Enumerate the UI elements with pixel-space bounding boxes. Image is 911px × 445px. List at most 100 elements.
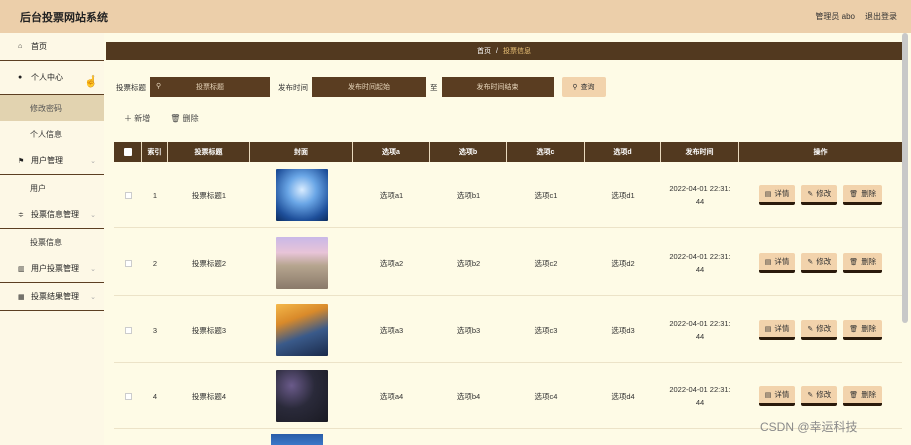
home-icon: ⌂ bbox=[18, 43, 23, 50]
chevron-down-icon: ⌄ bbox=[90, 265, 96, 273]
col-publish-time: 发布时间 bbox=[661, 142, 739, 162]
breadcrumb-home[interactable]: 首页 bbox=[477, 46, 491, 56]
delete-button[interactable]: 🗑 删除 bbox=[843, 253, 883, 273]
row-title: 投票标题1 bbox=[191, 190, 227, 200]
time-to-label: 至 bbox=[430, 82, 438, 92]
add-button-label: 新增 bbox=[134, 114, 151, 123]
sidebar-item-label: 首页 bbox=[31, 42, 47, 51]
row-option-b: 选项b3 bbox=[456, 325, 481, 335]
sidebar-item-home[interactable]: ⌂ 首页 bbox=[0, 33, 104, 61]
row-option-d: 选项d2 bbox=[611, 258, 635, 268]
logout-link[interactable]: 退出登录 bbox=[865, 11, 897, 22]
col-option-c: 选项c bbox=[507, 142, 585, 162]
sidebar-item-label: 用户 bbox=[30, 183, 46, 193]
sidebar-item-change-password[interactable]: 修改密码 bbox=[0, 95, 104, 121]
sidebar-item-user-management[interactable]: ⚑ 用户管理 ⌄ bbox=[0, 147, 104, 175]
pencil-icon: ✎ bbox=[807, 325, 814, 333]
row-option-a: 选项a3 bbox=[379, 325, 404, 335]
table-row: 2 投票标题2 选项a2 选项b2 选项c2 选项d2 2022-04-01 2… bbox=[114, 230, 902, 296]
row-index: 4 bbox=[152, 391, 158, 401]
pencil-icon: ✎ bbox=[807, 190, 814, 198]
select-all-checkbox[interactable] bbox=[123, 148, 132, 156]
cover-image bbox=[275, 237, 328, 289]
trash-icon: 🗑 bbox=[849, 258, 859, 266]
edit-button[interactable]: ✎ 修改 bbox=[801, 185, 838, 205]
delete-label: 删除 bbox=[861, 324, 877, 333]
sidebar-item-vote-info-management[interactable]: ≑ 投票信息管理 ⌄ bbox=[0, 201, 104, 229]
table-header: 索引 投票标题 封面 选项a 选项b 选项c 选项d 发布时间 操作 bbox=[114, 142, 902, 162]
query-button-label: 查询 bbox=[580, 84, 595, 91]
row-checkbox-cell[interactable] bbox=[114, 297, 142, 363]
time-end-input[interactable]: 发布时间结束 bbox=[441, 77, 554, 97]
sidebar-item-personal-info[interactable]: 个人信息 bbox=[0, 121, 104, 147]
admin-label: 管理员 abo bbox=[815, 12, 855, 21]
detail-label: 详情 bbox=[774, 324, 790, 333]
row-option-b: 选项b2 bbox=[456, 258, 481, 268]
add-button[interactable]: ＋ 新增 bbox=[124, 113, 150, 124]
detail-button[interactable]: ▤ 详情 bbox=[758, 320, 796, 340]
title-search-placeholder: 投票标题 bbox=[196, 84, 224, 91]
sidebar-item-user-vote-management[interactable]: ▥ 用户投票管理 ⌄ bbox=[0, 255, 104, 283]
top-right-links: 管理员 abo 退出登录 bbox=[815, 11, 897, 22]
title-search-label: 投票标题 bbox=[116, 82, 146, 92]
row-checkbox[interactable] bbox=[124, 326, 132, 334]
chevron-down-icon: ⌄ bbox=[90, 157, 96, 165]
query-button[interactable]: ⚲ 查询 bbox=[561, 77, 606, 97]
row-option-a: 选项a1 bbox=[379, 190, 404, 200]
row-cover-cell bbox=[250, 162, 353, 228]
row-checkbox[interactable] bbox=[124, 191, 132, 199]
search-icon: ⚲ bbox=[156, 83, 162, 90]
col-cover: 封面 bbox=[250, 142, 353, 162]
row-index: 2 bbox=[152, 258, 158, 268]
select-all-cell[interactable] bbox=[114, 142, 142, 162]
row-checkbox-cell[interactable] bbox=[114, 162, 142, 228]
row-index: 1 bbox=[152, 190, 158, 200]
row-operations: ▤ 详情 ✎ 修改 🗑 删除 bbox=[739, 230, 902, 296]
row-option-b: 选项b1 bbox=[456, 190, 481, 200]
detail-button[interactable]: ▤ 详情 bbox=[758, 386, 796, 406]
edit-button[interactable]: ✎ 修改 bbox=[801, 253, 838, 273]
title-search-input[interactable]: ⚲ 投票标题 bbox=[150, 77, 270, 97]
app-title: 后台投票网站系统 bbox=[20, 11, 108, 24]
delete-button[interactable]: 🗑 删除 bbox=[843, 320, 883, 340]
breadcrumb-separator: / bbox=[496, 47, 498, 55]
time-start-placeholder: 发布时间起始 bbox=[348, 84, 390, 91]
row-checkbox[interactable] bbox=[124, 259, 132, 267]
row-checkbox[interactable] bbox=[124, 392, 132, 400]
row-publish-date: 2022-04-01 22:31: bbox=[669, 184, 731, 193]
bar-chart-icon: ▥ bbox=[18, 265, 25, 273]
pencil-icon: ✎ bbox=[807, 258, 814, 266]
watermark: CSDN @幸运科技 bbox=[760, 420, 858, 434]
sidebar-item-label: 个人信息 bbox=[30, 129, 62, 139]
time-start-input[interactable]: 发布时间起始 bbox=[312, 77, 426, 97]
col-option-d: 选项d bbox=[585, 142, 661, 162]
delete-button[interactable]: 🗑 删除 bbox=[843, 185, 883, 205]
delete-label: 删除 bbox=[861, 189, 877, 198]
detail-label: 详情 bbox=[774, 390, 790, 399]
sliders-icon: ≑ bbox=[18, 211, 24, 219]
row-option-c: 选项c3 bbox=[534, 325, 558, 335]
sidebar-item-user[interactable]: 用户 bbox=[0, 175, 104, 201]
sidebar-item-vote-result-management[interactable]: ▦ 投票结果管理 ⌄ bbox=[0, 283, 104, 311]
bulk-delete-button[interactable]: 🗑 删除 bbox=[170, 113, 198, 124]
scrollbar[interactable] bbox=[902, 33, 908, 323]
col-title: 投票标题 bbox=[168, 142, 250, 162]
sidebar-item-label: 投票结果管理 bbox=[31, 292, 79, 301]
edit-button[interactable]: ✎ 修改 bbox=[801, 386, 838, 406]
edit-button[interactable]: ✎ 修改 bbox=[801, 320, 838, 340]
cover-image bbox=[275, 370, 328, 422]
detail-button[interactable]: ▤ 详情 bbox=[758, 253, 796, 273]
cover-image bbox=[275, 169, 328, 221]
row-publish-seconds: 44 bbox=[695, 398, 705, 407]
chevron-down-icon: ⌄ bbox=[90, 293, 96, 301]
detail-button[interactable]: ▤ 详情 bbox=[758, 185, 796, 205]
edit-label: 修改 bbox=[816, 189, 832, 198]
col-option-a: 选项a bbox=[353, 142, 430, 162]
row-checkbox-cell[interactable] bbox=[114, 230, 142, 296]
row-checkbox-cell[interactable] bbox=[114, 363, 142, 429]
sidebar-item-vote-info[interactable]: 投票信息 bbox=[0, 229, 104, 255]
row-publish-date: 2022-04-01 22:31: bbox=[669, 385, 731, 394]
delete-label: 删除 bbox=[861, 390, 877, 399]
edit-label: 修改 bbox=[816, 390, 832, 399]
delete-button[interactable]: 🗑 删除 bbox=[843, 386, 883, 406]
